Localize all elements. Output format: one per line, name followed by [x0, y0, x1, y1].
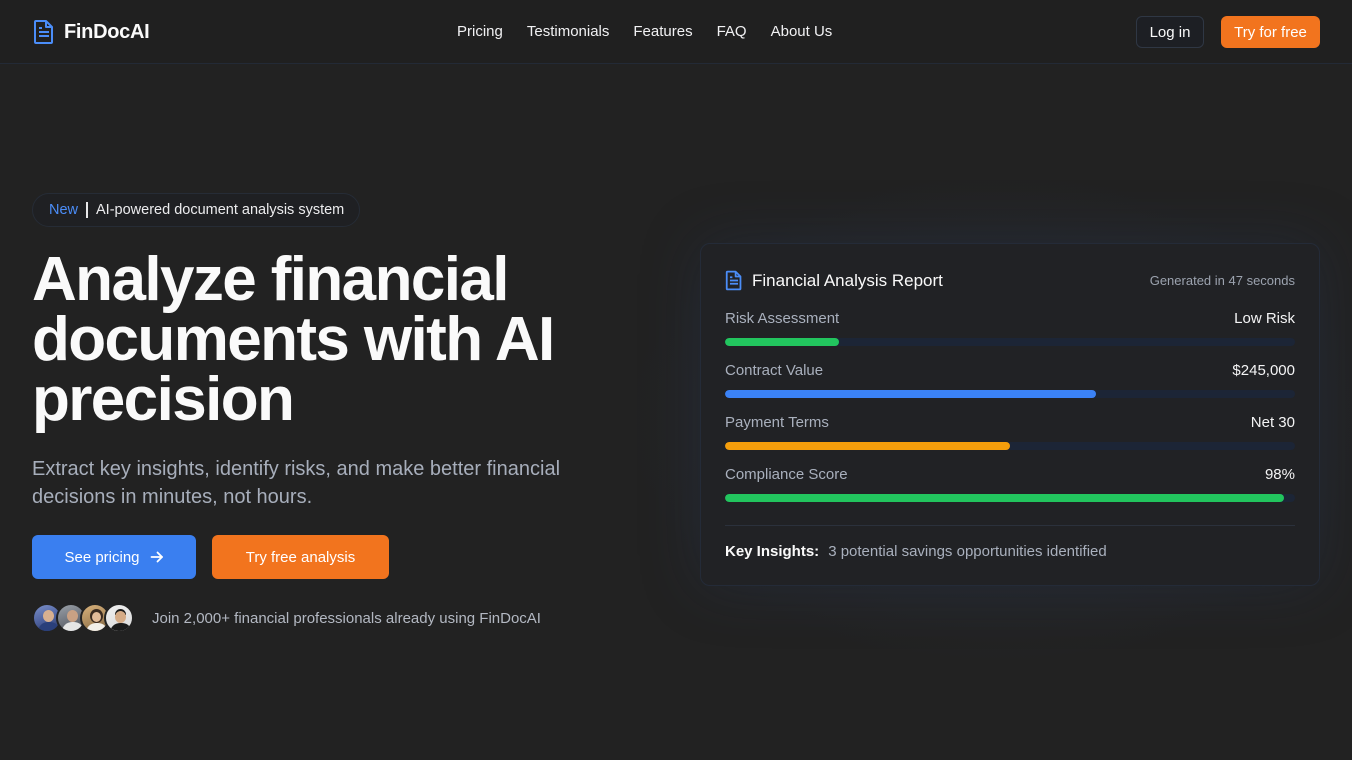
report-generated-time: Generated in 47 seconds: [1149, 273, 1295, 288]
nav-link-faq[interactable]: FAQ: [717, 23, 747, 40]
metric-value: $245,000: [1232, 362, 1295, 379]
progress-track: [725, 494, 1295, 502]
avatar: [104, 603, 134, 633]
login-button[interactable]: Log in: [1136, 16, 1204, 48]
metric-payment-terms: Payment Terms Net 30: [725, 414, 1295, 450]
report-header: Financial Analysis Report: [725, 270, 943, 291]
announcement-badge[interactable]: New AI-powered document analysis system: [32, 193, 361, 227]
nav-links: Pricing Testimonials Features FAQ About …: [457, 23, 832, 40]
document-icon: [725, 270, 742, 291]
metric-value: Net 30: [1250, 414, 1295, 431]
progress-fill: [725, 338, 839, 346]
report-title: Financial Analysis Report: [752, 270, 943, 290]
metric-contract-value: Contract Value $245,000: [725, 362, 1295, 398]
brand[interactable]: FinDocAI: [33, 19, 150, 45]
hero-title: Analyze financial documents with AI prec…: [32, 249, 652, 431]
badge-new-label: New: [49, 202, 79, 218]
badge-divider: [86, 202, 89, 218]
metric-value: Low Risk: [1234, 310, 1295, 327]
metric-value: 98%: [1264, 466, 1295, 483]
hero-title-line-1: Analyze financial: [32, 245, 509, 314]
card-divider: [725, 525, 1295, 526]
hero-subtitle: Extract key insights, identify risks, an…: [32, 458, 561, 508]
nav-link-about-us[interactable]: About Us: [771, 23, 833, 40]
try-free-analysis-button[interactable]: Try free analysis: [212, 535, 389, 579]
document-icon: [34, 20, 53, 44]
metric-label: Compliance Score: [725, 466, 848, 483]
hero-title-line-2: documents with AI: [32, 305, 555, 374]
financial-report-card: Financial Analysis Report Generated in 4…: [700, 243, 1320, 586]
arrow-right-icon: [150, 551, 163, 563]
nav-link-testimonials[interactable]: Testimonials: [527, 23, 610, 40]
progress-track: [725, 390, 1295, 398]
nav-link-pricing[interactable]: Pricing: [457, 23, 503, 40]
social-proof-text: Join 2,000+ financial professionals alre…: [152, 610, 541, 627]
progress-track: [725, 442, 1295, 450]
progress-fill: [725, 390, 1096, 398]
hero-title-line-3: precision: [32, 365, 295, 434]
key-insights: Key Insights: 3 potential savings opport…: [725, 543, 1107, 560]
see-pricing-label: See pricing: [64, 548, 140, 566]
metric-label: Payment Terms: [725, 414, 829, 431]
metric-label: Contract Value: [725, 362, 824, 379]
see-pricing-button[interactable]: See pricing: [32, 535, 196, 579]
avatar-group: [32, 603, 134, 635]
metric-label: Risk Assessment: [725, 310, 840, 327]
metric-compliance-score: Compliance Score 98%: [725, 466, 1295, 502]
progress-fill: [725, 442, 1010, 450]
try-for-free-button[interactable]: Try for free: [1221, 16, 1320, 48]
nav-link-features[interactable]: Features: [633, 23, 692, 40]
badge-text: AI-powered document analysis system: [96, 202, 345, 218]
progress-track: [725, 338, 1295, 346]
progress-fill: [725, 494, 1284, 502]
brand-name: FinDocAI: [64, 20, 150, 43]
top-navbar: FinDocAI Pricing Testimonials Features F…: [0, 0, 1352, 64]
insights-label: Key Insights:: [725, 543, 820, 560]
metric-risk-assessment: Risk Assessment Low Risk: [725, 310, 1295, 346]
insights-text: 3 potential savings opportunities identi…: [828, 543, 1107, 560]
